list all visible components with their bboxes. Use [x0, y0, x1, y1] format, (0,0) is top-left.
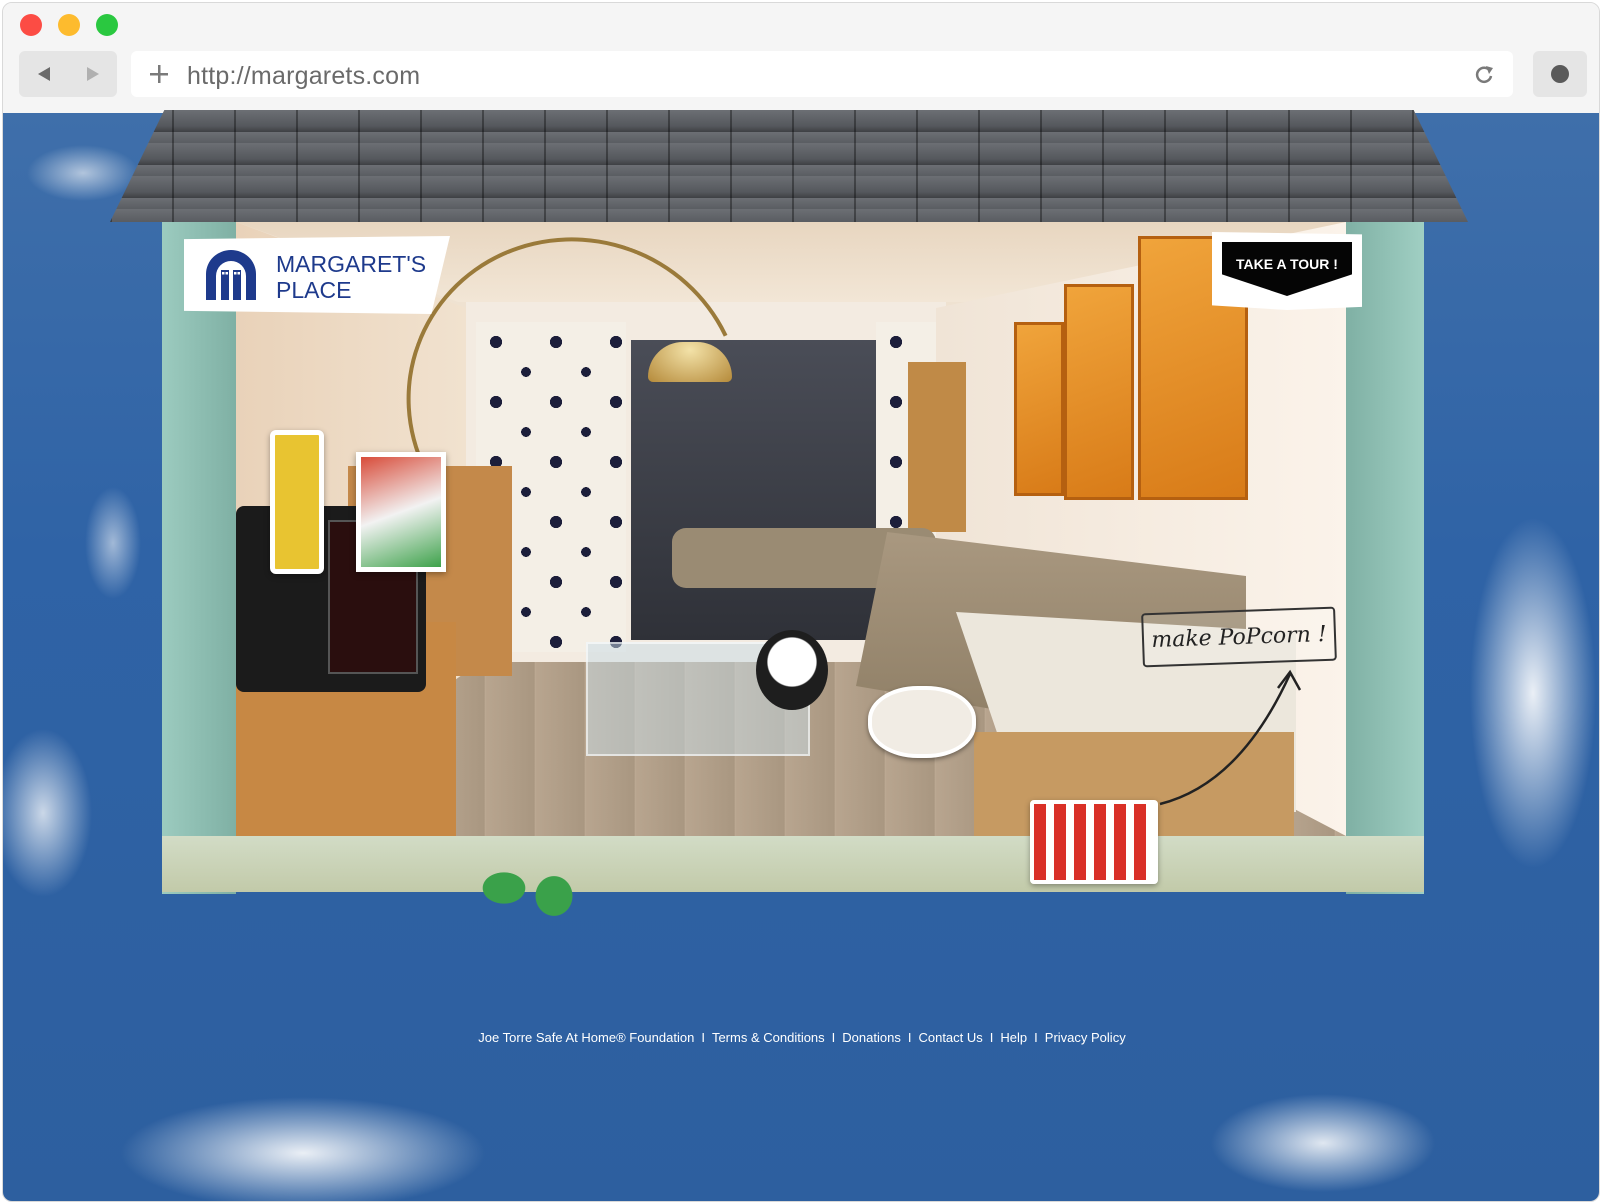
painting-1 [1014, 322, 1064, 496]
popcorn-bowl-sticker[interactable] [1030, 800, 1158, 884]
bulldog-sticker[interactable] [868, 686, 976, 758]
forward-arrow-icon [86, 67, 99, 81]
take-a-tour-button[interactable]: TAKE A TOUR ! [1212, 232, 1362, 310]
site-logo[interactable]: MARGARET'S PLACE [184, 236, 450, 314]
make-popcorn-link[interactable]: make PoPcorn ! [1141, 606, 1337, 668]
minimize-window-button[interactable] [58, 14, 80, 36]
house-wall-left [162, 222, 236, 894]
back-arrow-icon [37, 67, 50, 81]
footer-link-help[interactable]: Help [1000, 1030, 1027, 1045]
back-button[interactable] [19, 51, 68, 97]
footer-link-contact[interactable]: Contact Us [918, 1030, 982, 1045]
board-games-sticker[interactable] [356, 452, 446, 572]
curved-arrow-icon [1159, 669, 1302, 806]
forward-button[interactable] [68, 51, 117, 97]
reload-icon[interactable] [1473, 63, 1495, 85]
footer-separator: I [701, 1030, 705, 1045]
history-nav [19, 51, 117, 97]
record-button[interactable] [1533, 51, 1587, 97]
new-tab-plus-icon[interactable] [149, 64, 169, 84]
record-dot-icon [1551, 65, 1569, 83]
logo-wordmark: MARGARET'S PLACE [276, 251, 426, 303]
footer-separator: I [1034, 1030, 1038, 1045]
close-window-button[interactable] [20, 14, 42, 36]
house-foundation [162, 836, 1424, 892]
logo-line-1: MARGARET'S [276, 251, 427, 277]
bookcase [908, 362, 966, 532]
logo-line-2: PLACE [276, 277, 352, 303]
site-footer: Joe Torre Safe At Home® Foundation I Terms… [0, 1030, 1604, 1045]
footer-link-donations[interactable]: Donations [842, 1030, 901, 1045]
house-door-logo-icon [206, 250, 256, 300]
footer-separator: I [831, 1030, 836, 1045]
footer-separator: I [907, 1030, 912, 1045]
popcorn-cta-label: make PoPcorn ! [1150, 621, 1328, 653]
maximize-window-button[interactable] [96, 14, 118, 36]
url-text[interactable]: http://margarets.com [187, 62, 420, 91]
tour-label: TAKE A TOUR ! [1236, 256, 1338, 272]
browser-toolbar: http://margarets.com [3, 3, 1599, 114]
painting-2 [1064, 284, 1134, 500]
footer-link-terms[interactable]: Terms & Conditions [712, 1030, 825, 1045]
wall-phone-sticker[interactable] [270, 430, 324, 574]
address-bar[interactable]: http://margarets.com [131, 51, 1513, 97]
footer-link-privacy[interactable]: Privacy Policy [1045, 1030, 1126, 1045]
house-wall-right [1346, 222, 1424, 894]
green-sneakers[interactable] [474, 858, 584, 922]
panda-plush[interactable] [756, 630, 828, 710]
tour-badge: TAKE A TOUR ! [1222, 242, 1352, 296]
footer-separator: I [989, 1030, 994, 1045]
footer-link-foundation[interactable]: Joe Torre Safe At Home® Foundation [478, 1030, 694, 1045]
house-roof [110, 110, 1468, 222]
